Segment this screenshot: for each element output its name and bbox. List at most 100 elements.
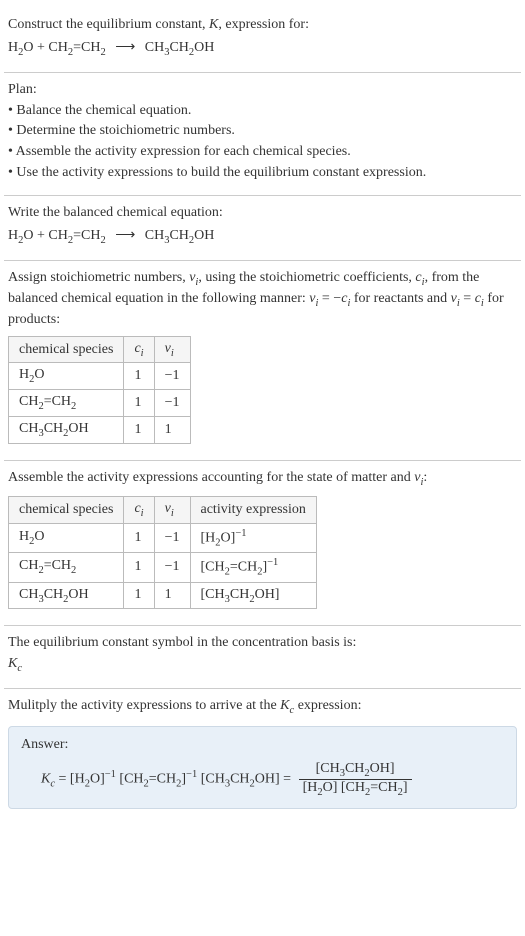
plan-title: Plan: [8,81,517,100]
nui-cell: 1 [154,582,190,609]
text: OH] [255,587,280,602]
species-cell: CH3CH2OH [9,417,124,444]
col-species: chemical species [9,496,124,523]
balanced-title: Write the balanced chemical equation: [8,204,517,223]
text: = − [318,291,341,306]
text: Assemble the activity expressions accoun… [8,470,414,485]
eq-text: CH [169,228,188,243]
section-kc-symbol: The equilibrium constant symbol in the c… [4,626,521,689]
col-nui: νi [154,336,190,363]
text: [CH [116,772,144,787]
text: [CH [201,587,225,602]
text: CH [44,421,63,436]
balanced-equation: H2O + CH2=CH2 ⟶ CH3CH2OH [8,227,517,246]
species-cell: H2O [9,523,124,552]
nui-cell: 1 [154,417,190,444]
prompt-text: Construct the equilibrium constant, K, e… [8,16,517,35]
text: CH [345,761,364,776]
eq-text: H [8,40,18,55]
text: [CH [201,560,225,575]
section-prompt: Construct the equilibrium constant, K, e… [4,8,521,73]
c-sub: i [141,347,144,358]
section-plan: Plan: • Balance the chemical equation. •… [4,73,521,196]
answer-label: Answer: [21,737,504,753]
eq-text: CH [169,40,188,55]
fraction-denominator: [H2O] [CH2=CH2] [299,780,412,798]
table-row: CH2=CH2 1 −1 [CH2=CH2]−1 [9,553,317,582]
eq-text: CH [145,40,164,55]
stoich-table: chemical species ci νi H2O 1 −1 CH2=CH2 … [8,336,191,444]
ci-cell: 1 [124,417,154,444]
text: =CH [149,772,176,787]
table-row: CH2=CH2 1 −1 [9,390,191,417]
text: [CH [316,761,340,776]
table-header-row: chemical species ci νi [9,336,191,363]
answer-title: Mulitply the activity expressions to arr… [8,697,517,718]
text: : [423,470,427,485]
fraction-numerator: [CH3CH2OH] [299,761,412,780]
section-stoich: Assign stoichiometric numbers, νi, using… [4,261,521,461]
eq-text: =CH [73,40,100,55]
text: CH [230,772,249,787]
activity-cell: [CH3CH2OH] [190,582,316,609]
text: =CH [44,558,71,573]
species-cell: CH3CH2OH [9,582,124,609]
stoich-text: Assign stoichiometric numbers, νi, using… [8,269,517,330]
text: [H [70,772,85,787]
plan-bullet: • Balance the chemical equation. [8,102,517,121]
k-sub: c [17,663,22,674]
kc-title: The equilibrium constant symbol in the c… [8,634,517,653]
answer-box: Answer: Kc = [H2O]−1 [CH2=CH2]−1 [CH3CH2… [8,726,517,809]
fraction: [CH3CH2OH][H2O] [CH2=CH2] [299,761,412,798]
text: ] [403,780,408,795]
sub: 2 [71,565,76,576]
sup: −1 [235,528,246,539]
col-ci: ci [124,336,154,363]
nui-cell: −1 [154,523,190,552]
sup: −1 [267,557,278,568]
activity-title: Assemble the activity expressions accoun… [8,469,517,490]
species-cell: CH2=CH2 [9,553,124,582]
eq-text: OH [194,228,214,243]
k-symbol: K [8,656,17,671]
table-row: H2O 1 −1 [9,363,191,390]
eq-text: OH [194,40,214,55]
sup: −1 [186,769,197,780]
kc-expression: Kc = [H2O]−1 [CH2=CH2]−1 [CH3CH2OH] = [C… [41,761,504,798]
activity-cell: [CH2=CH2]−1 [190,553,316,582]
eq-text: O + CH [23,228,67,243]
text: Mulitply the activity expressions to arr… [8,698,280,713]
text: , using the stoichiometric coefficients, [198,270,415,285]
table-row: H2O 1 −1 [H2O]−1 [9,523,317,552]
col-ci: ci [124,496,154,523]
arrow-icon: ⟶ [115,228,135,243]
eq-text: O + CH [23,40,67,55]
prompt-part1: Construct the equilibrium constant, [8,17,209,32]
text: H [19,529,29,544]
table-row: CH3CH2OH 1 1 [9,417,191,444]
activity-cell: [H2O]−1 [190,523,316,552]
sub: 2 [71,401,76,412]
species-cell: H2O [9,363,124,390]
plan-bullet: • Use the activity expressions to build … [8,164,517,183]
text: CH [230,587,249,602]
col-activity: activity expression [190,496,316,523]
text: =CH [44,394,71,409]
k-symbol: K [41,772,50,787]
k-symbol: K [209,17,218,32]
text: OH] = [255,772,295,787]
col-nui: νi [154,496,190,523]
eq-text: CH [145,228,164,243]
text: = [460,291,475,306]
plan-bullet: • Assemble the activity expression for e… [8,143,517,162]
k-symbol: K [280,698,289,713]
c-sub: i [141,508,144,519]
col-species: chemical species [9,336,124,363]
text: O] [221,530,236,545]
table-row: CH3CH2OH 1 1 [CH3CH2OH] [9,582,317,609]
text: [H [303,780,318,795]
eq-sub: 2 [100,47,105,58]
text: H [19,367,29,382]
text: for reactants and [350,291,450,306]
document-root: Construct the equilibrium constant, K, e… [0,0,525,835]
